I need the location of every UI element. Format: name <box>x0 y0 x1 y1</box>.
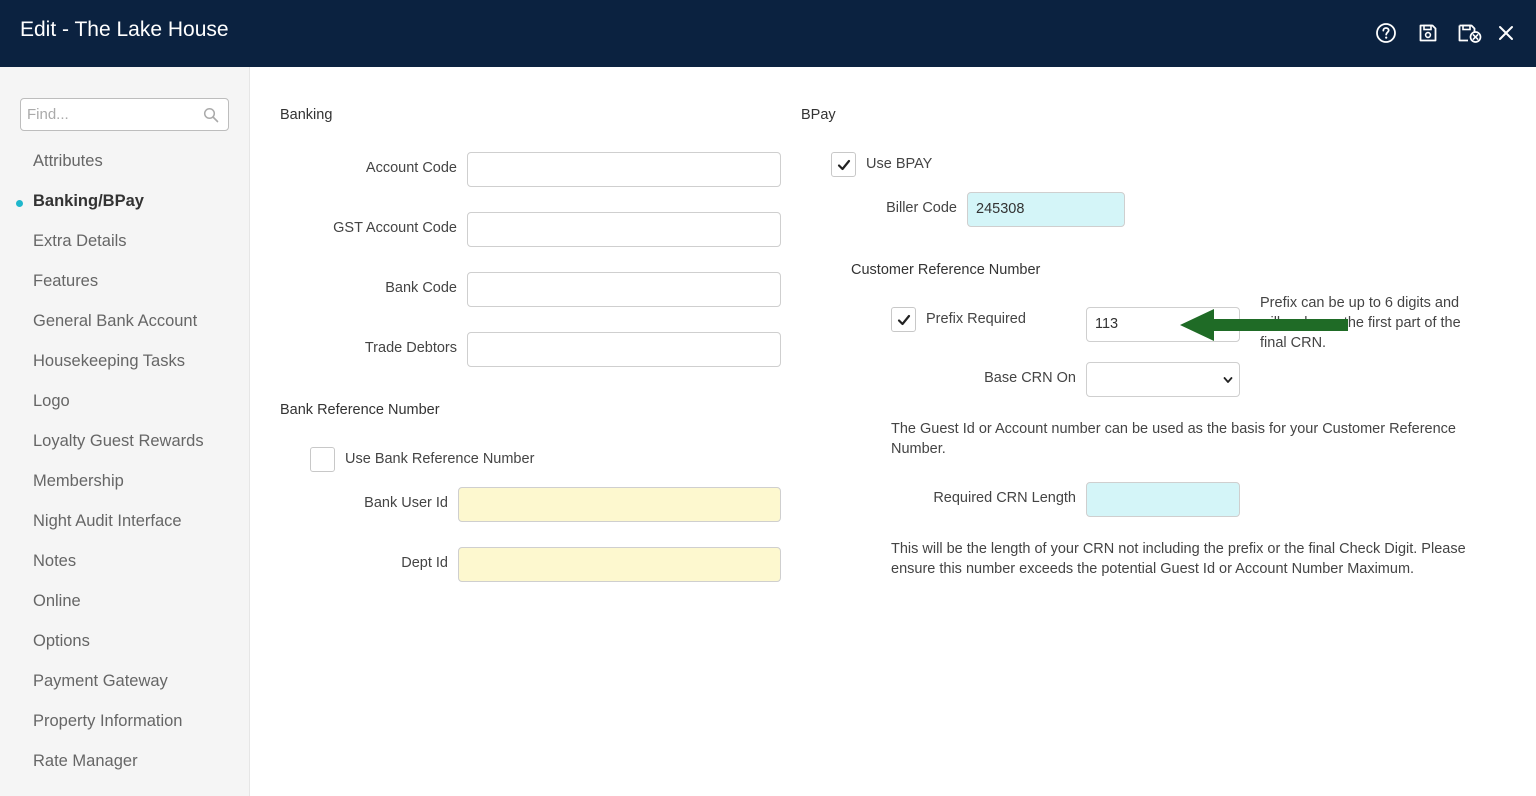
biller-code-field[interactable]: 245308 <box>967 192 1125 227</box>
bank-user-id-field[interactable] <box>458 487 781 522</box>
close-icon <box>1499 26 1513 40</box>
use-bpay-checkbox[interactable] <box>831 152 856 177</box>
banking-section-title: Banking <box>280 107 333 123</box>
sidebar-item-housekeeping-tasks[interactable]: Housekeeping Tasks <box>33 352 185 371</box>
window-title: Edit - The Lake House <box>20 18 229 41</box>
floppy-disk-icon <box>1419 24 1437 42</box>
annotation-arrow <box>1180 309 1348 341</box>
biller-code-label: Biller Code <box>886 200 957 216</box>
floppy-disk-close-icon <box>1458 24 1482 43</box>
gst-account-code-label: GST Account Code <box>333 220 457 236</box>
checkmark-icon <box>897 314 910 325</box>
question-circle-icon <box>1376 23 1396 43</box>
bank-code-field[interactable] <box>467 272 781 307</box>
required-crn-length-field[interactable] <box>1086 482 1240 517</box>
sidebar-item-extra-details[interactable]: Extra Details <box>33 232 127 251</box>
search-icon[interactable] <box>203 107 219 123</box>
bank-code-label: Bank Code <box>385 280 457 296</box>
trade-debtors-field[interactable] <box>467 332 781 367</box>
search-input[interactable] <box>21 99 191 130</box>
sidebar-item-payment-gateway[interactable]: Payment Gateway <box>33 672 168 691</box>
prefix-required-label: Prefix Required <box>926 311 1026 327</box>
sidebar: Attributes Banking/BPay Extra Details Fe… <box>0 67 250 796</box>
sidebar-item-loyalty-guest-rewards[interactable]: Loyalty Guest Rewards <box>33 432 204 451</box>
active-item-indicator <box>16 200 23 207</box>
dept-id-label: Dept Id <box>401 555 448 571</box>
bank-reference-section-title: Bank Reference Number <box>280 402 440 418</box>
dept-id-field[interactable] <box>458 547 781 582</box>
close-button[interactable] <box>1493 20 1519 46</box>
account-code-label: Account Code <box>365 160 457 176</box>
sidebar-item-features[interactable]: Features <box>33 272 98 291</box>
base-crn-on-label: Base CRN On <box>984 370 1076 386</box>
sidebar-item-logo[interactable]: Logo <box>33 392 70 411</box>
search-box <box>20 98 229 131</box>
prefix-required-checkbox[interactable] <box>891 307 916 332</box>
sidebar-item-night-audit-interface[interactable]: Night Audit Interface <box>33 512 182 531</box>
crn-section-title: Customer Reference Number <box>851 262 1041 278</box>
account-code-field[interactable] <box>467 152 781 187</box>
base-crn-help-text: The Guest Id or Account number can be us… <box>891 421 1456 457</box>
save-button[interactable] <box>1415 20 1441 46</box>
sidebar-item-membership[interactable]: Membership <box>33 472 124 491</box>
title-bar: Edit - The Lake House <box>0 0 1536 67</box>
sidebar-item-options[interactable]: Options <box>33 632 90 651</box>
sidebar-item-rate-manager[interactable]: Rate Manager <box>33 752 138 771</box>
sidebar-item-banking-bpay[interactable]: Banking/BPay <box>33 192 144 211</box>
help-button[interactable] <box>1373 20 1399 46</box>
checkmark-icon <box>837 159 850 170</box>
sidebar-item-property-information[interactable]: Property Information <box>33 712 182 731</box>
bank-user-id-label: Bank User Id <box>364 495 448 511</box>
use-bank-reference-checkbox[interactable] <box>310 447 335 472</box>
base-crn-on-select[interactable] <box>1086 362 1240 397</box>
gst-account-code-field[interactable] <box>467 212 781 247</box>
sidebar-item-notes[interactable]: Notes <box>33 552 76 571</box>
chevron-down-icon <box>1223 377 1233 383</box>
sidebar-item-general-bank-account[interactable]: General Bank Account <box>33 312 197 331</box>
use-bpay-label: Use BPAY <box>866 156 933 172</box>
bpay-section-title: BPay <box>801 107 836 123</box>
trade-debtors-label: Trade Debtors <box>364 340 457 356</box>
use-bank-reference-label: Use Bank Reference Number <box>345 451 535 467</box>
sidebar-item-attributes[interactable]: Attributes <box>33 152 103 171</box>
save-and-close-button[interactable] <box>1455 20 1485 46</box>
crn-length-help-text: This will be the length of your CRN not … <box>891 541 1466 577</box>
sidebar-item-online[interactable]: Online <box>33 592 81 611</box>
required-crn-length-label: Required CRN Length <box>933 490 1076 506</box>
